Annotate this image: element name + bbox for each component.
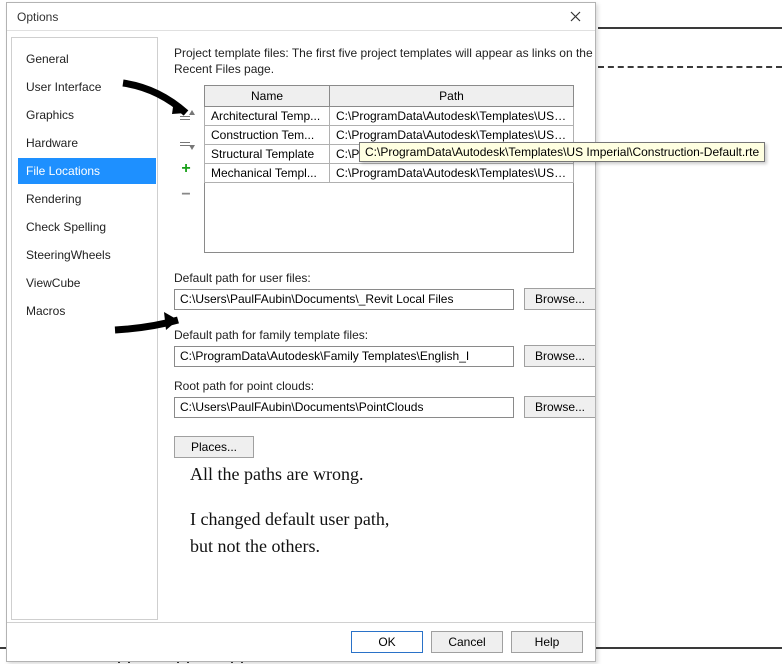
template-table[interactable]: Name Path Architectural Temp...C:\Progra… — [204, 85, 574, 183]
tooltip: C:\ProgramData\Autodesk\Templates\US Imp… — [359, 142, 765, 162]
move-up-icon[interactable] — [176, 107, 196, 127]
sidebar-item-general[interactable]: General — [18, 46, 156, 72]
dialog-title: Options — [17, 10, 561, 24]
titlebar: Options — [7, 3, 595, 31]
sidebar-item-graphics[interactable]: Graphics — [18, 102, 156, 128]
add-icon[interactable]: + — [176, 159, 196, 179]
annotation-line2: I changed default user path, — [190, 506, 389, 533]
annotation-line3: but not the others. — [190, 533, 389, 560]
cancel-button[interactable]: Cancel — [431, 631, 503, 653]
sidebar-item-check-spelling[interactable]: Check Spelling — [18, 214, 156, 240]
template-name-cell[interactable]: Structural Template — [205, 145, 330, 164]
sidebar-item-viewcube[interactable]: ViewCube — [18, 270, 156, 296]
move-down-icon[interactable] — [176, 133, 196, 153]
sidebar-item-hardware[interactable]: Hardware — [18, 130, 156, 156]
table-empty-area[interactable] — [204, 183, 574, 253]
options-dialog: Options GeneralUser InterfaceGraphicsHar… — [6, 2, 596, 662]
sidebar-item-steeringwheels[interactable]: SteeringWheels — [18, 242, 156, 268]
point-clouds-label: Root path for point clouds: — [174, 379, 595, 393]
intro-text: Project template files: The first five p… — [174, 45, 595, 77]
annotation-text: All the paths are wrong. I changed defau… — [190, 461, 389, 560]
sidebar-item-file-locations[interactable]: File Locations — [18, 158, 156, 184]
sidebar: GeneralUser InterfaceGraphicsHardwareFil… — [11, 37, 158, 620]
col-name[interactable]: Name — [205, 86, 330, 107]
places-button[interactable]: Places... — [174, 436, 254, 458]
template-name-cell[interactable]: Construction Tem... — [205, 126, 330, 145]
browse-point-clouds-button[interactable]: Browse... — [524, 396, 595, 418]
close-icon[interactable] — [561, 6, 589, 28]
family-templates-input[interactable] — [174, 346, 514, 367]
dialog-footer: OK Cancel Help — [7, 622, 595, 661]
table-row[interactable]: Mechanical Templ...C:\ProgramData\Autode… — [205, 164, 574, 183]
template-path-cell[interactable]: C:\ProgramData\Autodesk\Templates\US I..… — [330, 164, 574, 183]
annotation-line1: All the paths are wrong. — [190, 461, 389, 488]
sidebar-item-macros[interactable]: Macros — [18, 298, 156, 324]
help-button[interactable]: Help — [511, 631, 583, 653]
browse-family-templates-button[interactable]: Browse... — [524, 345, 595, 367]
template-path-cell[interactable]: C:\ProgramData\Autodesk\Templates\US I..… — [330, 107, 574, 126]
remove-icon[interactable]: − — [176, 185, 196, 205]
family-templates-label: Default path for family template files: — [174, 328, 595, 342]
table-row[interactable]: Architectural Temp...C:\ProgramData\Auto… — [205, 107, 574, 126]
user-files-input[interactable] — [174, 289, 514, 310]
table-toolbar: + − — [174, 85, 198, 253]
sidebar-item-rendering[interactable]: Rendering — [18, 186, 156, 212]
col-path[interactable]: Path — [330, 86, 574, 107]
sidebar-item-user-interface[interactable]: User Interface — [18, 74, 156, 100]
user-files-label: Default path for user files: — [174, 271, 595, 285]
point-clouds-input[interactable] — [174, 397, 514, 418]
browse-user-files-button[interactable]: Browse... — [524, 288, 595, 310]
content-panel: Project template files: The first five p… — [160, 31, 595, 622]
template-name-cell[interactable]: Mechanical Templ... — [205, 164, 330, 183]
ok-button[interactable]: OK — [351, 631, 423, 653]
template-name-cell[interactable]: Architectural Temp... — [205, 107, 330, 126]
